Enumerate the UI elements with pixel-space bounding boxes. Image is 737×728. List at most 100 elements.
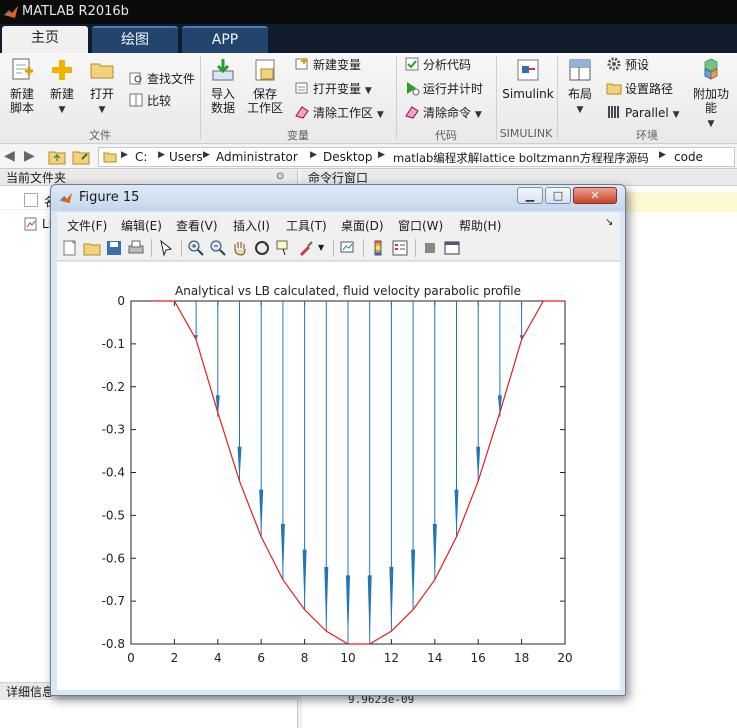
back-arrow-icon[interactable]: ◀ bbox=[4, 148, 15, 164]
layout-button[interactable]: 布局 ▼ bbox=[563, 57, 597, 117]
data-cursor-icon[interactable] bbox=[275, 239, 293, 257]
x-tick-label: 18 bbox=[514, 651, 529, 665]
new-button[interactable]: 新建 ▼ bbox=[46, 57, 78, 117]
compare-button[interactable]: 比较 bbox=[128, 91, 171, 111]
menu-insert[interactable]: 插入(I) bbox=[233, 217, 270, 234]
maximize-icon: □ bbox=[552, 189, 564, 202]
save-workspace-icon bbox=[255, 59, 275, 81]
print-icon[interactable] bbox=[127, 239, 145, 257]
chevron-down-icon: ▼ bbox=[58, 105, 66, 115]
zoom-out-icon[interactable] bbox=[209, 239, 227, 257]
x-tick-label: 4 bbox=[214, 651, 222, 665]
close-button[interactable]: ✕ bbox=[573, 187, 617, 204]
import-data-button[interactable]: 导入 数据 bbox=[206, 57, 240, 115]
figure-canvas[interactable]: Analytical vs LB calculated, fluid veloc… bbox=[57, 262, 620, 690]
chevron-down-icon: ▼ bbox=[98, 105, 106, 115]
y-tick-label: -0.1 bbox=[102, 337, 125, 351]
folder-icon bbox=[606, 83, 622, 95]
x-tick-label: 2 bbox=[171, 651, 179, 665]
menu-view[interactable]: 查看(V) bbox=[176, 217, 218, 234]
breadcrumb-project-folder[interactable]: matlab编程求解lattice boltzmann方程程序源码 bbox=[393, 150, 649, 166]
show-plot-tools-icon[interactable] bbox=[443, 239, 461, 257]
run-and-time-icon bbox=[407, 82, 420, 96]
breadcrumb-code[interactable]: code bbox=[674, 150, 703, 164]
y-tick-label: 0 bbox=[117, 294, 125, 308]
new-script-icon bbox=[12, 58, 33, 80]
y-tick-label: -0.3 bbox=[102, 423, 125, 437]
y-tick-label: -0.6 bbox=[102, 551, 125, 565]
figure-titlebar[interactable]: Figure 15 ▁ □ ✕ bbox=[51, 185, 625, 211]
menu-file[interactable]: 文件(F) bbox=[67, 217, 107, 234]
brush-icon[interactable] bbox=[297, 239, 315, 257]
file-group-label: 文件 bbox=[89, 129, 111, 142]
dock-arrow-icon[interactable]: ↘ bbox=[605, 217, 613, 228]
layout-icon bbox=[569, 59, 591, 81]
breadcrumb-administrator[interactable]: Administrator bbox=[216, 150, 298, 164]
figure-toolbar: ▼ bbox=[57, 235, 620, 261]
plot-axes[interactable]: Analytical vs LB calculated, fluid veloc… bbox=[57, 262, 620, 690]
pan-hand-icon[interactable] bbox=[231, 239, 249, 257]
addons-button[interactable]: 附加功能 ▼ bbox=[688, 57, 734, 131]
save-workspace-label: 保存 工作区 bbox=[246, 87, 283, 115]
open-label: 打开 bbox=[89, 87, 114, 101]
link-plot-icon[interactable] bbox=[339, 239, 357, 257]
set-path-label: 设置路径 bbox=[625, 82, 674, 96]
menu-window[interactable]: 窗口(W) bbox=[398, 217, 443, 234]
browse-folder-icon[interactable] bbox=[72, 149, 90, 165]
rotate-3d-icon[interactable] bbox=[253, 239, 271, 257]
x-tick-label: 14 bbox=[427, 651, 442, 665]
simulink-button[interactable]: Simulink bbox=[502, 57, 554, 101]
save-icon[interactable] bbox=[105, 239, 123, 257]
compare-label: 比较 bbox=[147, 94, 172, 108]
hide-plot-tools-icon[interactable] bbox=[421, 239, 439, 257]
x-tick-label: 20 bbox=[557, 651, 572, 665]
clear-commands-button[interactable]: 清除命令 ▼ bbox=[404, 103, 482, 123]
panel-menu-chevron-icon[interactable]: ⊙ bbox=[276, 171, 284, 182]
tab-home[interactable]: 主页 bbox=[2, 26, 88, 53]
up-folder-icon[interactable] bbox=[48, 149, 66, 165]
zoom-in-icon[interactable] bbox=[187, 239, 205, 257]
new-figure-icon[interactable] bbox=[61, 239, 79, 257]
tab-plots[interactable]: 绘图 bbox=[92, 26, 178, 53]
path-breadcrumb[interactable]: ▶ C: ▶ Users ▶ Administrator ▶ Desktop ▶… bbox=[98, 147, 735, 167]
new-script-button[interactable]: 新建 脚本 bbox=[6, 57, 38, 115]
forward-arrow-icon[interactable]: ▶ bbox=[24, 148, 35, 164]
run-and-time-button[interactable]: 运行并计时 bbox=[404, 79, 483, 99]
breadcrumb-users[interactable]: Users bbox=[169, 150, 203, 164]
menu-edit[interactable]: 编辑(E) bbox=[121, 217, 162, 234]
new-variable-button[interactable]: 新建变量 bbox=[294, 55, 361, 75]
analyze-code-button[interactable]: 分析代码 bbox=[404, 55, 471, 75]
minimize-button[interactable]: ▁ bbox=[517, 187, 543, 204]
chevron-down-icon: ▼ bbox=[474, 110, 482, 120]
legend-icon[interactable] bbox=[391, 239, 409, 257]
menu-desktop[interactable]: 桌面(D) bbox=[341, 217, 384, 234]
open-button[interactable]: 打开 ▼ bbox=[86, 57, 118, 117]
breadcrumb-separator-icon: ▶ bbox=[378, 150, 385, 160]
maximize-button[interactable]: □ bbox=[545, 187, 571, 204]
save-workspace-button[interactable]: 保存 工作区 bbox=[246, 57, 284, 115]
chevron-down-icon[interactable]: ▼ bbox=[318, 243, 324, 252]
y-tick-label: -0.2 bbox=[102, 380, 125, 394]
menu-tools[interactable]: 工具(T) bbox=[286, 217, 327, 234]
clear-workspace-button[interactable]: 清除工作区 ▼ bbox=[294, 103, 384, 123]
breadcrumb-drive[interactable]: C: bbox=[135, 150, 147, 164]
preferences-button[interactable]: 预设 bbox=[606, 55, 649, 75]
figure-title: Figure 15 bbox=[79, 190, 140, 205]
preferences-label: 预设 bbox=[625, 58, 650, 72]
set-path-button[interactable]: 设置路径 bbox=[606, 79, 673, 99]
chart-title: Analytical vs LB calculated, fluid veloc… bbox=[175, 284, 521, 298]
breadcrumb-separator-icon: ▶ bbox=[310, 150, 317, 160]
open-file-icon[interactable] bbox=[83, 239, 101, 257]
parallel-button[interactable]: Parallel ▼ bbox=[606, 103, 679, 123]
breadcrumb-desktop[interactable]: Desktop bbox=[323, 150, 373, 164]
pointer-icon[interactable] bbox=[157, 239, 175, 257]
parallel-label: Parallel bbox=[625, 106, 669, 120]
find-files-button[interactable]: 查找文件 bbox=[128, 69, 195, 89]
open-variable-button[interactable]: 打开变量 ▼ bbox=[294, 79, 372, 99]
analyze-code-label: 分析代码 bbox=[423, 58, 472, 72]
chevron-down-icon: ▼ bbox=[376, 110, 384, 120]
colorbar-icon[interactable] bbox=[369, 239, 387, 257]
ribbon-tabs: 主页 绘图 APP bbox=[0, 24, 737, 53]
menu-help[interactable]: 帮助(H) bbox=[459, 217, 501, 234]
tab-apps[interactable]: APP bbox=[182, 26, 268, 53]
